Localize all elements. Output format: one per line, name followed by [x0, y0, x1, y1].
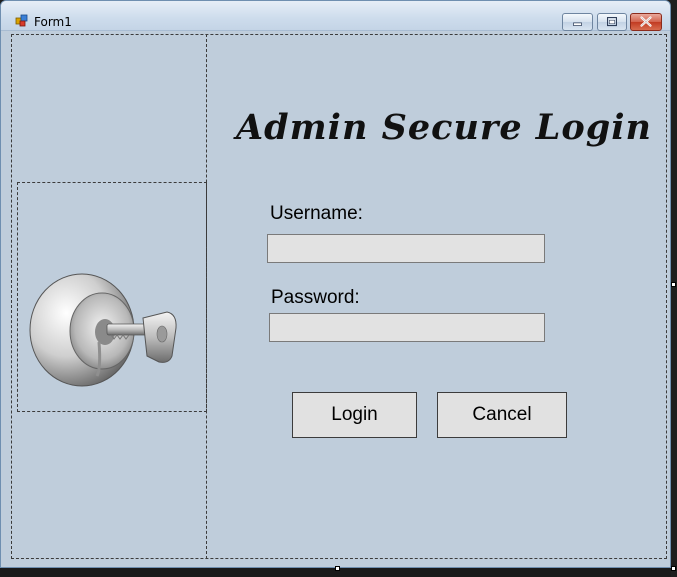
form-client-area: Admin Secure Login Username: Password: L… — [5, 31, 667, 563]
minimize-button[interactable] — [562, 13, 593, 31]
form-window: Form1 Admin Secure Login Username: Passw… — [0, 0, 671, 568]
resize-grip-bottom[interactable] — [335, 566, 340, 571]
resize-grip-corner[interactable] — [671, 566, 676, 571]
password-field[interactable] — [269, 313, 545, 342]
close-button[interactable] — [630, 13, 662, 31]
window-title: Form1 — [34, 15, 72, 29]
maximize-icon — [607, 17, 617, 27]
key-in-lock-icon — [29, 273, 177, 387]
username-field[interactable] — [267, 234, 545, 263]
page-title: Admin Secure Login — [236, 107, 652, 148]
minimize-icon — [573, 22, 582, 26]
password-label: Password: — [271, 287, 360, 308]
login-button[interactable]: Login — [292, 392, 417, 438]
close-icon — [640, 16, 652, 27]
maximize-button[interactable] — [597, 13, 627, 31]
cancel-button[interactable]: Cancel — [437, 392, 567, 438]
winforms-form-icon — [15, 14, 28, 27]
title-bar[interactable]: Form1 — [1, 1, 670, 31]
username-label: Username: — [270, 203, 363, 224]
resize-grip-right[interactable] — [671, 282, 676, 287]
